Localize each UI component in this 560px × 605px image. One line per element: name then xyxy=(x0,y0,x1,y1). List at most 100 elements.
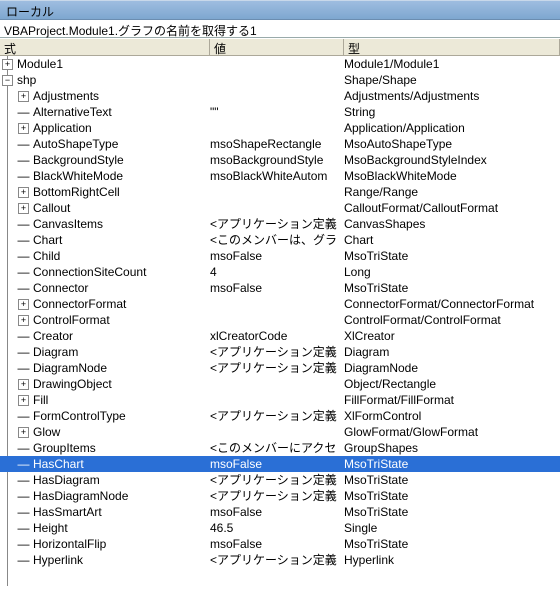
cell-type: MsoBlackWhiteMode xyxy=(344,168,560,184)
cell-expression: —ConnectionSiteCount xyxy=(0,264,210,280)
expand-icon[interactable]: + xyxy=(18,299,29,310)
cell-value: <アプリケーション定義 xyxy=(210,360,344,376)
panel-title: ローカル xyxy=(0,0,560,20)
tree-row[interactable]: —BlackWhiteModemsoBlackWhiteAutomMsoBlac… xyxy=(0,168,560,184)
cell-value: 46.5 xyxy=(210,520,344,536)
cell-value: <このメンバーにアクセ xyxy=(210,440,344,456)
cell-value xyxy=(210,56,344,72)
tree-row[interactable]: —HasSmartArtmsoFalseMsoTriState xyxy=(0,504,560,520)
locals-body: +Module1Module1/Module1−shpShape/Shape+A… xyxy=(0,56,560,586)
tree-row[interactable]: +ControlFormat ControlFormat/ControlForma… xyxy=(0,312,560,328)
cell-value: <アプリケーション定義 xyxy=(210,552,344,568)
cell-expression: +ControlFormat xyxy=(0,312,210,328)
tree-row[interactable]: +FillFillFormat/FillFormat xyxy=(0,392,560,408)
tree-row[interactable]: —ConnectormsoFalseMsoTriState xyxy=(0,280,560,296)
tree-row[interactable]: —ChildmsoFalseMsoTriState xyxy=(0,248,560,264)
cell-type: Diagram xyxy=(344,344,560,360)
leaf-icon: — xyxy=(18,523,29,534)
expression-name: HasDiagramNode xyxy=(33,488,128,504)
cell-type: ControlFormat/ControlFormat xyxy=(344,312,560,328)
tree-row[interactable]: —HasDiagramNode<アプリケーション定義MsoTriState xyxy=(0,488,560,504)
leaf-icon: — xyxy=(18,139,29,150)
expand-icon[interactable]: + xyxy=(18,91,29,102)
cell-type: GroupShapes xyxy=(344,440,560,456)
col-header-value[interactable]: 値 xyxy=(210,39,344,55)
tree-row[interactable]: +CalloutCalloutFormat/CalloutFormat xyxy=(0,200,560,216)
tree-row[interactable]: —FormControlType<アプリケーション定義XlFormControl xyxy=(0,408,560,424)
cell-type: MsoTriState xyxy=(344,280,560,296)
tree-row[interactable]: +Module1Module1/Module1 xyxy=(0,56,560,72)
col-header-expression[interactable]: 式 xyxy=(0,39,210,55)
expand-icon[interactable]: + xyxy=(18,315,29,326)
cell-value: msoShapeRectangle xyxy=(210,136,344,152)
tree-row[interactable]: —CreatorxlCreatorCodeXlCreator xyxy=(0,328,560,344)
cell-expression: + Callout xyxy=(0,200,210,216)
tree-row[interactable]: —CanvasItems<アプリケーション定義CanvasShapes xyxy=(0,216,560,232)
cell-expression: —Child xyxy=(0,248,210,264)
tree-row[interactable]: —GroupItems<このメンバーにアクセGroupShapes xyxy=(0,440,560,456)
tree-row[interactable]: +BottomRightCellRange/Range xyxy=(0,184,560,200)
leaf-icon: — xyxy=(18,283,29,294)
expression-name: DrawingObject xyxy=(33,376,112,392)
tree-row[interactable]: —BackgroundStylemsoBackgroundStyleMsoBac… xyxy=(0,152,560,168)
expression-name: Callout xyxy=(33,200,70,216)
tree-row[interactable]: +AdjustmentsAdjustments/Adjustments xyxy=(0,88,560,104)
expand-icon[interactable]: + xyxy=(18,395,29,406)
leaf-icon: — xyxy=(18,219,29,230)
expression-name: BlackWhiteMode xyxy=(33,168,123,184)
expression-name: shp xyxy=(17,72,36,88)
cell-value xyxy=(210,424,344,440)
cell-type: Chart xyxy=(344,232,560,248)
tree-row[interactable]: −shpShape/Shape xyxy=(0,72,560,88)
cell-value xyxy=(210,120,344,136)
expand-icon[interactable]: + xyxy=(18,123,29,134)
expression-name: Connector xyxy=(33,280,88,296)
cell-type: Module1/Module1 xyxy=(344,56,560,72)
tree-row[interactable]: —HasDiagram<アプリケーション定義MsoTriState xyxy=(0,472,560,488)
tree-row[interactable]: —Chart<このメンバーは、グラChart xyxy=(0,232,560,248)
tree-row[interactable]: —Diagram<アプリケーション定義Diagram xyxy=(0,344,560,360)
cell-value: msoFalse xyxy=(210,504,344,520)
expression-name: BottomRightCell xyxy=(33,184,120,200)
leaf-icon: — xyxy=(18,555,29,566)
cell-expression: + Fill xyxy=(0,392,210,408)
tree-row[interactable]: —DiagramNode<アプリケーション定義DiagramNode xyxy=(0,360,560,376)
cell-type: CanvasShapes xyxy=(344,216,560,232)
tree-row[interactable]: +DrawingObjectObject/Rectangle xyxy=(0,376,560,392)
expression-name: Diagram xyxy=(33,344,78,360)
leaf-icon: — xyxy=(18,443,29,454)
tree-row[interactable]: +GlowGlowFormat/GlowFormat xyxy=(0,424,560,440)
expand-icon[interactable]: + xyxy=(2,59,13,70)
col-header-type[interactable]: 型 xyxy=(344,39,560,55)
cell-value: <アプリケーション定義 xyxy=(210,408,344,424)
tree-row[interactable]: +ApplicationApplication/Application xyxy=(0,120,560,136)
expression-name: Height xyxy=(33,520,68,536)
collapse-icon[interactable]: − xyxy=(2,75,13,86)
tree-row[interactable]: — Height 46.5Single xyxy=(0,520,560,536)
cell-expression: —FormControlType xyxy=(0,408,210,424)
expand-icon[interactable]: + xyxy=(18,379,29,390)
cell-expression: —HorizontalFlip xyxy=(0,536,210,552)
cell-value xyxy=(210,88,344,104)
cell-value: 4 xyxy=(210,264,344,280)
panel-title-text: ローカル xyxy=(6,5,54,19)
tree-row[interactable]: —HasChartmsoFalseMsoTriState xyxy=(0,456,560,472)
tree-row[interactable]: —AutoShapeTypemsoShapeRectangleMsoAutoSh… xyxy=(0,136,560,152)
cell-expression: −shp xyxy=(0,72,210,88)
tree-row[interactable]: +ConnectorFormatConnectorFormat/Connecto… xyxy=(0,296,560,312)
cell-value: msoFalse xyxy=(210,248,344,264)
context-path-text: VBAProject.Module1.グラフの名前を取得する1 xyxy=(4,24,257,38)
expand-icon[interactable]: + xyxy=(18,203,29,214)
cell-type: Single xyxy=(344,520,560,536)
tree-row[interactable]: —HorizontalFlipmsoFalseMsoTriState xyxy=(0,536,560,552)
tree-row[interactable]: —Hyperlink<アプリケーション定義Hyperlink xyxy=(0,552,560,568)
expand-icon[interactable]: + xyxy=(18,427,29,438)
cell-expression: —DiagramNode xyxy=(0,360,210,376)
expand-icon[interactable]: + xyxy=(18,187,29,198)
tree-row[interactable]: —AlternativeText""String xyxy=(0,104,560,120)
cell-expression: +Glow xyxy=(0,424,210,440)
cell-type: XlCreator xyxy=(344,328,560,344)
cell-type: MsoTriState xyxy=(344,536,560,552)
tree-row[interactable]: —ConnectionSiteCount4Long xyxy=(0,264,560,280)
expression-name: Fill xyxy=(33,392,48,408)
